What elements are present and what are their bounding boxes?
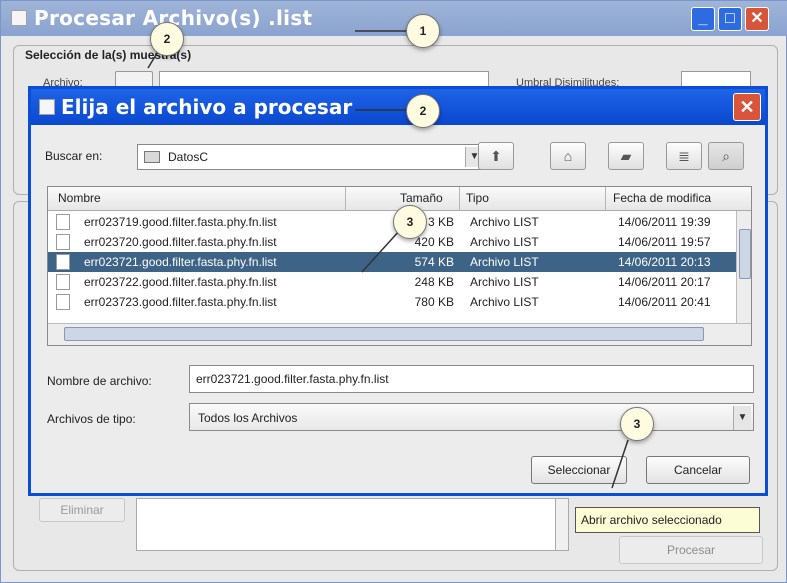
look-in-select[interactable]: DatosC ▼ [137, 144, 486, 170]
table-row[interactable]: err023720.good.filter.fasta.phy.fn.list … [48, 232, 736, 252]
maximize-button[interactable]: □ [718, 7, 742, 31]
file-name-cell: err023719.good.filter.fasta.phy.fn.list [84, 215, 277, 229]
horizontal-scroll-thumb[interactable] [64, 327, 704, 341]
chevron-down-icon[interactable]: ▼ [733, 406, 751, 430]
callout-marker: 2 [150, 22, 184, 56]
table-row[interactable]: err023723.good.filter.fasta.phy.fn.list … [48, 292, 736, 312]
file-type-label: Archivos de tipo: [47, 412, 136, 426]
column-header-type[interactable]: Tipo [466, 191, 489, 205]
file-type-cell: Archivo LIST [470, 215, 539, 229]
file-type-cell: Archivo LIST [470, 235, 539, 249]
list-view-button[interactable]: ≣ [666, 142, 702, 170]
file-size-cell: 780 KB [414, 295, 454, 309]
callout-marker: 3 [620, 407, 654, 441]
dialog-close-button[interactable]: ✕ [733, 93, 761, 121]
column-header-name[interactable]: Nombre [58, 191, 101, 205]
up-folder-button[interactable]: ⬆ [478, 142, 514, 170]
table-row[interactable]: err023722.good.filter.fasta.phy.fn.list … [48, 272, 736, 292]
file-name-input[interactable]: err023721.good.filter.fasta.phy.fn.list [189, 365, 754, 393]
close-button[interactable]: ✕ [745, 7, 769, 31]
eliminar-button[interactable]: Eliminar [39, 498, 125, 522]
table-row[interactable]: err023719.good.filter.fasta.phy.fn.list … [48, 212, 736, 232]
file-type-cell: Archivo LIST [470, 275, 539, 289]
file-name-cell: err023722.good.filter.fasta.phy.fn.list [84, 275, 277, 289]
new-folder-button[interactable]: ▰ [608, 142, 644, 170]
file-type-select[interactable]: Todos los Archivos ▼ [189, 403, 754, 431]
file-icon [56, 254, 70, 270]
java-app-icon [39, 99, 55, 115]
file-name-cell: err023723.good.filter.fasta.phy.fn.list [84, 295, 277, 309]
callout-marker: 1 [406, 14, 440, 48]
file-name-cell: err023721.good.filter.fasta.phy.fn.list [84, 255, 277, 269]
callout-marker: 2 [406, 94, 440, 128]
procesar-button[interactable]: Procesar [619, 536, 763, 564]
table-row-selected[interactable]: err023721.good.filter.fasta.phy.fn.list … [48, 252, 736, 272]
folder-icon [144, 151, 160, 163]
tooltip: Abrir archivo seleccionado [575, 507, 760, 533]
file-date-cell: 14/06/2011 19:57 [618, 235, 711, 249]
sample-list-scrollbar[interactable] [555, 498, 569, 551]
horizontal-scrollbar[interactable] [48, 323, 751, 345]
column-divider [459, 187, 460, 211]
dialog-title: Elija el archivo a procesar [61, 95, 353, 119]
file-size-cell: 574 KB [414, 255, 454, 269]
look-in-label: Buscar en: [45, 149, 103, 163]
column-divider [345, 187, 346, 211]
look-in-value: DatosC [168, 150, 209, 164]
file-size-cell: 420 KB [414, 235, 454, 249]
minimize-button[interactable]: _ [691, 7, 715, 31]
callout-marker: 3 [393, 205, 427, 239]
dialog-titlebar[interactable]: Elija el archivo a procesar ✕ [31, 89, 765, 125]
file-size-cell: 248 KB [414, 275, 454, 289]
file-icon [56, 234, 70, 250]
parent-titlebar[interactable]: Procesar Archivo(s) .list _ □ ✕ [1, 1, 787, 36]
sample-list[interactable] [136, 498, 556, 551]
cancel-button[interactable]: Cancelar [646, 456, 750, 484]
file-date-cell: 14/06/2011 20:17 [618, 275, 711, 289]
vertical-scrollbar[interactable] [736, 211, 751, 323]
column-header-date[interactable]: Fecha de modifica [613, 191, 711, 205]
column-header-size[interactable]: Tamaño [400, 191, 443, 205]
details-view-icon: ⌕ [722, 148, 730, 164]
java-app-icon [11, 10, 27, 26]
details-view-button[interactable]: ⌕ [708, 142, 744, 170]
file-type-value: Todos los Archivos [198, 411, 298, 425]
file-date-cell: 14/06/2011 20:41 [618, 295, 711, 309]
file-icon [56, 274, 70, 290]
column-divider [605, 187, 606, 211]
new-folder-icon: ▰ [620, 148, 632, 164]
select-button[interactable]: Seleccionar [531, 456, 627, 484]
vertical-scroll-thumb[interactable] [739, 229, 751, 279]
file-date-cell: 14/06/2011 20:13 [618, 255, 711, 269]
file-name-cell: err023720.good.filter.fasta.phy.fn.list [84, 235, 277, 249]
file-chooser-dialog: Elija el archivo a procesar ✕ Buscar en:… [28, 86, 768, 496]
up-folder-icon: ⬆ [490, 148, 502, 164]
file-date-cell: 14/06/2011 19:39 [618, 215, 711, 229]
file-icon [56, 214, 70, 230]
file-type-cell: Archivo LIST [470, 255, 539, 269]
file-icon [56, 294, 70, 310]
home-button[interactable]: ⌂ [550, 142, 586, 170]
file-name-label: Nombre de archivo: [47, 374, 152, 388]
home-icon: ⌂ [563, 148, 573, 164]
list-view-icon: ≣ [678, 148, 690, 164]
file-type-cell: Archivo LIST [470, 295, 539, 309]
